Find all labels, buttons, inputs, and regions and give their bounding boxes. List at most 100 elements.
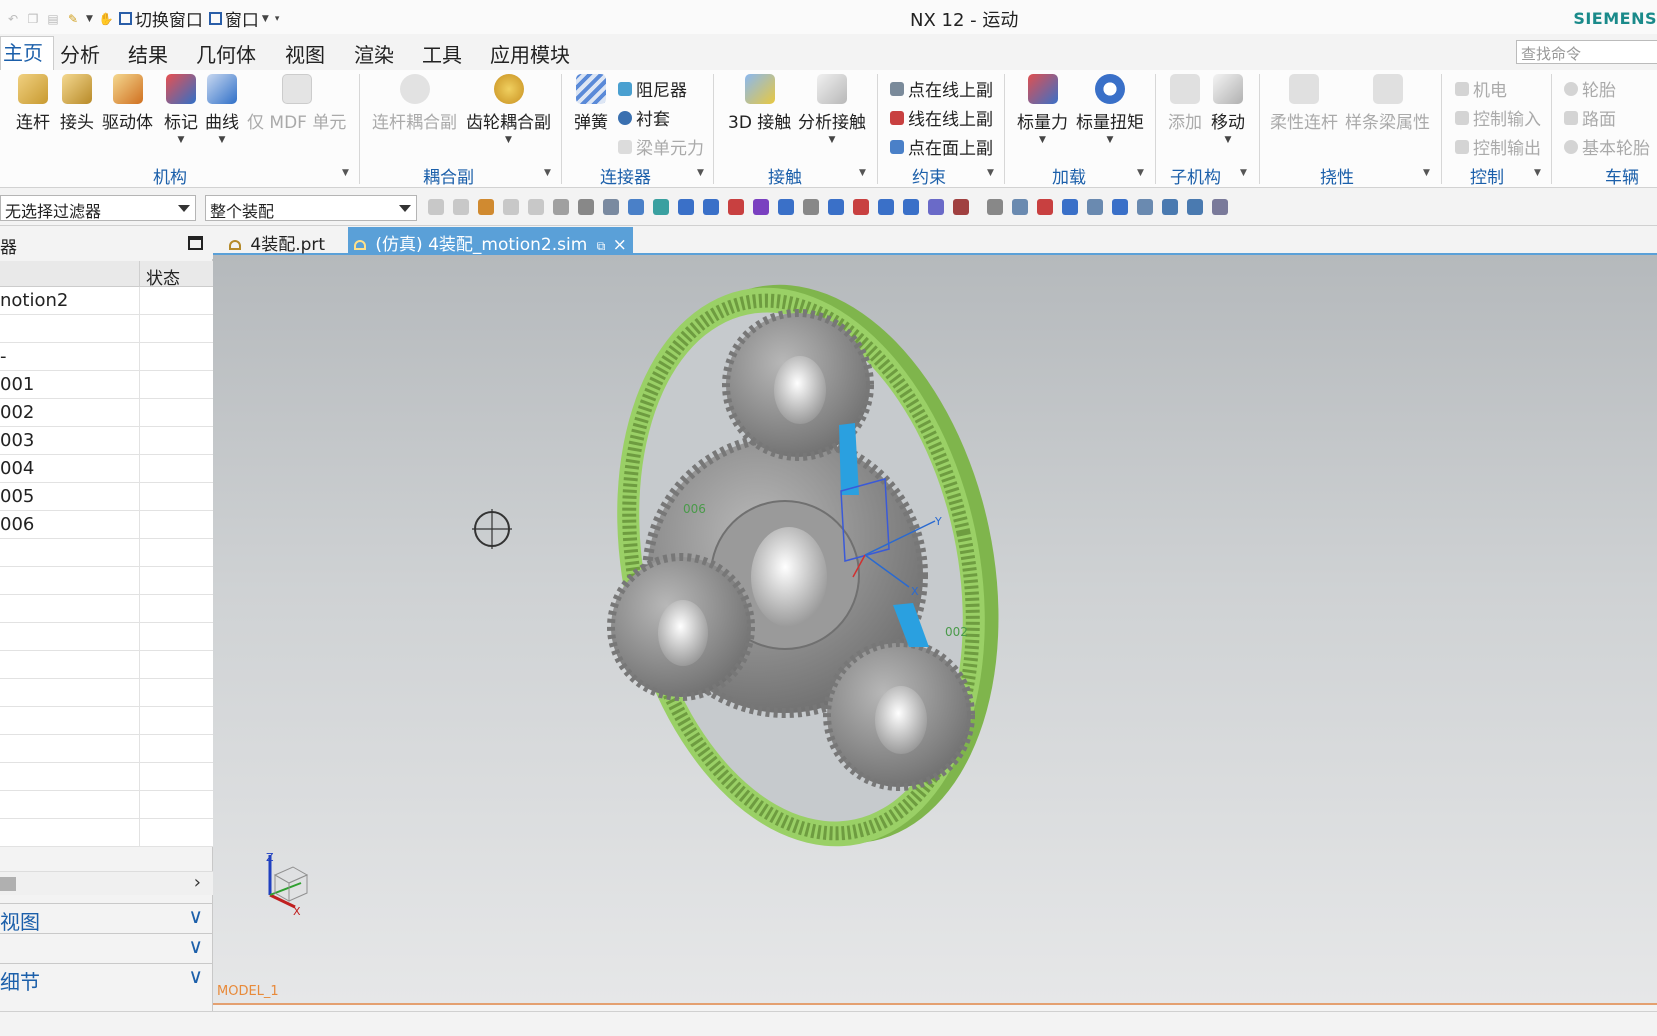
navigator-row[interactable]	[0, 791, 213, 819]
navigator-row[interactable]: 004	[0, 455, 213, 483]
snap-icon[interactable]	[428, 199, 444, 215]
box-select-icon[interactable]	[578, 199, 594, 215]
group-caret-icon[interactable]: ▼	[697, 168, 704, 178]
switch-window-button[interactable]: 切换窗口	[118, 6, 203, 31]
curve-select-icon[interactable]	[653, 199, 669, 215]
add-submechanism-button[interactable]: 添加	[1168, 74, 1202, 133]
display-icon[interactable]	[1112, 199, 1128, 215]
group-caret-icon[interactable]: ▼	[1137, 168, 1144, 178]
chevron-down-icon[interactable]: ▼	[798, 135, 866, 145]
navigator-row[interactable]	[0, 819, 213, 847]
panel-view[interactable]: 视图 ∨	[0, 903, 213, 934]
scalar-torque-button[interactable]: 标量扭矩 ▼	[1076, 74, 1144, 145]
road-button[interactable]: 路面	[1564, 105, 1616, 130]
group-caret-icon[interactable]: ▼	[987, 168, 994, 178]
detach-tab-icon[interactable]: ⧉	[597, 239, 606, 253]
group-caret-icon[interactable]: ▼	[1240, 168, 1247, 178]
mechatronics-button[interactable]: 机电	[1455, 76, 1507, 101]
scrollbar-thumb[interactable]	[0, 877, 16, 891]
navigator-row[interactable]	[0, 623, 213, 651]
damper-button[interactable]: 阻尼器	[618, 76, 687, 101]
tab-assembly-prt[interactable]: 4装配.prt	[223, 227, 331, 255]
maximize-icon[interactable]	[188, 236, 203, 250]
chevron-down-icon[interactable]: ∨	[188, 904, 203, 928]
column-divider[interactable]	[139, 261, 140, 287]
group-caret-icon[interactable]: ▼	[342, 168, 349, 178]
line-icon[interactable]	[678, 199, 694, 215]
wave-icon[interactable]	[778, 199, 794, 215]
chevron-down-icon[interactable]: ∨	[188, 934, 203, 958]
spline-beam-button[interactable]: 样条梁属性	[1345, 74, 1430, 133]
selection-filter-select[interactable]: 无选择过滤器	[0, 195, 196, 221]
flexible-link-button[interactable]: 柔性连杆	[1270, 74, 1338, 133]
group-caret-icon[interactable]: ▼	[544, 168, 551, 178]
orient-icon[interactable]	[1187, 199, 1203, 215]
navigator-row[interactable]	[0, 539, 213, 567]
navigator-row[interactable]: 003	[0, 427, 213, 455]
graphics-viewport[interactable]: 006 002 Z X Y X MODEL_1	[213, 255, 1657, 1005]
assembly-scope-select[interactable]: 整个装配	[205, 195, 417, 221]
shade-icon[interactable]	[1162, 199, 1178, 215]
snap-icon[interactable]	[528, 199, 544, 215]
navigator-row[interactable]: -	[0, 343, 213, 371]
body-icon[interactable]	[603, 199, 619, 215]
pencil-icon[interactable]: ✎	[66, 12, 80, 26]
chevron-down-icon[interactable]: ▼	[466, 135, 551, 145]
navigator-row[interactable]: 006	[0, 511, 213, 539]
curve-on-curve-button[interactable]: 线在线上副	[890, 105, 993, 130]
driver-button[interactable]: 驱动体	[102, 74, 153, 133]
planet-gear-bottom[interactable]	[823, 639, 975, 791]
snap-icon[interactable]	[503, 199, 519, 215]
navigator-row[interactable]	[0, 567, 213, 595]
select-all-icon[interactable]	[553, 199, 569, 215]
chevron-down-icon[interactable]: ▼	[164, 135, 198, 145]
chevron-down-icon[interactable]: ▼	[205, 135, 239, 145]
point-on-curve-button[interactable]: 点在线上副	[890, 76, 993, 101]
chevron-down-icon[interactable]: ∨	[188, 964, 203, 988]
basic-tire-button[interactable]: 基本轮胎	[1564, 134, 1650, 159]
control-output-button[interactable]: 控制输出	[1455, 134, 1541, 159]
scalar-force-button[interactable]: 标量力 ▼	[1017, 74, 1068, 145]
intersection-icon[interactable]	[728, 199, 744, 215]
tab-application[interactable]: 应用模块	[490, 39, 570, 68]
navigator-row[interactable]	[0, 315, 213, 343]
navigator-row[interactable]: 001	[0, 371, 213, 399]
tab-render[interactable]: 渲染	[354, 39, 394, 68]
copy-icon[interactable]: ❐	[26, 12, 40, 26]
tire-button[interactable]: 轮胎	[1564, 76, 1616, 101]
tangent-icon[interactable]	[703, 199, 719, 215]
tab-view[interactable]: 视图	[285, 39, 325, 68]
touch-mode-icon[interactable]: ✋	[99, 12, 114, 26]
tab-geometry[interactable]: 几何体	[196, 39, 256, 68]
tab-analysis[interactable]: 分析	[60, 39, 100, 68]
navigator-row[interactable]: 002	[0, 399, 213, 427]
bushing-button[interactable]: 衬套	[618, 105, 670, 130]
joint-button[interactable]: 接头	[60, 74, 94, 133]
link-button[interactable]: 连杆	[16, 74, 50, 133]
rotate-icon[interactable]	[1062, 199, 1078, 215]
panel-details[interactable]: 细节 ∨	[0, 963, 213, 994]
pan-icon[interactable]	[1087, 199, 1103, 215]
navigator-row[interactable]	[0, 707, 213, 735]
fit-icon[interactable]	[1012, 199, 1028, 215]
select-icon[interactable]	[478, 199, 494, 215]
chevron-down-icon[interactable]: ▼	[86, 14, 93, 24]
navigator-row[interactable]: notion2	[0, 287, 213, 315]
group-caret-icon[interactable]: ▼	[1423, 168, 1430, 178]
beam-force-button[interactable]: 梁单元力	[618, 134, 704, 159]
tab-results[interactable]: 结果	[128, 39, 168, 68]
navigator-row[interactable]	[0, 735, 213, 763]
navigator-row[interactable]	[0, 763, 213, 791]
point-on-curve-icon[interactable]	[903, 199, 919, 215]
panel-dependencies[interactable]: ∨	[0, 933, 213, 963]
gear-coupler-button[interactable]: 齿轮耦合副 ▼	[466, 74, 551, 145]
chevron-down-icon[interactable]: ▼	[1017, 135, 1068, 145]
center-icon[interactable]	[828, 199, 844, 215]
marker-button[interactable]: 标记 ▼	[164, 74, 198, 145]
chevron-down-icon[interactable]: ▼	[1076, 135, 1144, 145]
render-style-icon[interactable]	[1137, 199, 1153, 215]
chevron-right-icon[interactable]: ›	[194, 872, 201, 893]
navigator-row[interactable]	[0, 651, 213, 679]
mdf-only-button[interactable]: 仅 MDF 单元	[247, 74, 346, 133]
snap-icon[interactable]	[453, 199, 469, 215]
